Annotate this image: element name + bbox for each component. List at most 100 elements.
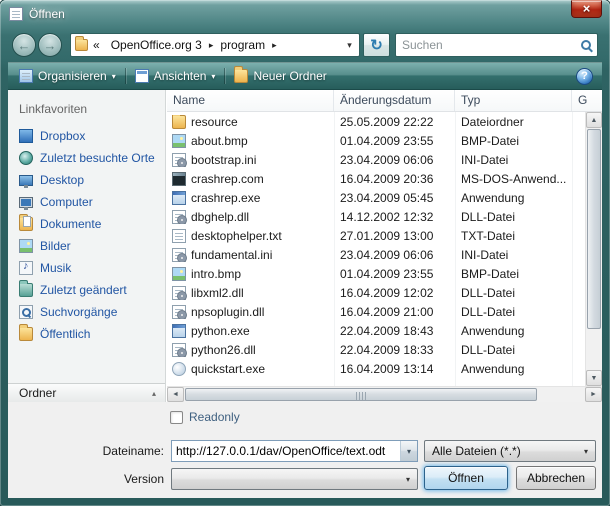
file-name: python.exe	[191, 324, 250, 338]
file-type: MS-DOS-Anwend...	[455, 172, 572, 186]
file-name: intro.bmp	[191, 267, 241, 281]
views-button[interactable]: Ansichten ▾	[127, 65, 224, 87]
file-row[interactable]: libxml2.dll16.04.2009 12:02DLL-Datei	[167, 283, 585, 302]
sidebar-item-dropbox[interactable]: Dropbox	[8, 125, 165, 147]
sidebar-item-computer[interactable]: Computer	[8, 191, 165, 213]
file-row[interactable]: quickstart.exe16.04.2009 13:14Anwendung	[167, 359, 585, 378]
file-date: 14.12.2002 12:32	[334, 210, 455, 224]
file-date: 23.04.2009 05:45	[334, 191, 455, 205]
breadcrumb[interactable]: « OpenOffice.org 3 ▸ program ▸ ▾	[70, 33, 360, 57]
file-type: TXT-Datei	[455, 229, 572, 243]
file-row[interactable]: dbghelp.dll14.12.2002 12:32DLL-Datei	[167, 207, 585, 226]
dll-icon	[172, 343, 186, 357]
sidebar-item-zuletzt-ge-ndert[interactable]: Zuletzt geändert	[8, 279, 165, 301]
breadcrumb-overflow[interactable]: «	[88, 38, 105, 52]
cancel-button[interactable]: Abbrechen	[516, 466, 596, 490]
search-icon[interactable]	[580, 39, 593, 52]
filename-dropdown-button[interactable]: ▾	[400, 441, 417, 461]
file-row[interactable]: about.bmp01.04.2009 23:55BMP-Datei	[167, 131, 585, 150]
file-type: DLL-Datei	[455, 343, 572, 357]
file-name: about.bmp	[191, 134, 248, 148]
readonly-label: Readonly	[189, 410, 240, 424]
column-header-type[interactable]: Typ	[455, 90, 572, 111]
folders-bar[interactable]: Ordner ▴	[8, 383, 165, 402]
ini-icon	[172, 248, 186, 262]
file-row[interactable]: python.exe22.04.2009 18:43Anwendung	[167, 321, 585, 340]
file-name: quickstart.exe	[191, 362, 265, 376]
folders-label: Ordner	[19, 386, 56, 400]
new-folder-button[interactable]: Neuer Ordner	[226, 65, 334, 87]
image-icon	[172, 134, 186, 148]
file-type: Anwendung	[455, 362, 572, 376]
desktop-icon	[19, 175, 33, 186]
file-date: 16.04.2009 12:02	[334, 286, 455, 300]
file-row[interactable]: npsoplugin.dll16.04.2009 21:00DLL-Datei	[167, 302, 585, 321]
views-icon	[135, 69, 149, 83]
sidebar-item-bilder[interactable]: Bilder	[8, 235, 165, 257]
column-header-name[interactable]: Name	[167, 90, 334, 111]
sidebar-item-dokumente[interactable]: Dokumente	[8, 213, 165, 235]
filename-input[interactable]	[172, 441, 400, 461]
open-button[interactable]: Öffnen	[424, 466, 508, 490]
scroll-left-button[interactable]: ◄	[167, 387, 184, 402]
scroll-right-button[interactable]: ►	[585, 387, 602, 402]
column-header-date[interactable]: Änderungsdatum	[334, 90, 455, 111]
file-name: fundamental.ini	[191, 248, 272, 262]
file-row[interactable]: fundamental.ini23.04.2009 06:06INI-Datei	[167, 245, 585, 264]
open-dialog: Öffnen × ← → « OpenOffice.org 3 ▸ progra…	[0, 0, 610, 506]
horizontal-scrollbar[interactable]: ◄ ►	[167, 386, 602, 402]
sidebar-item-label: Musik	[40, 261, 71, 275]
help-icon: ?	[581, 70, 588, 82]
dialog-footer: Readonly Dateiname: ▾ Alle Dateien (*.*)…	[8, 402, 602, 498]
column-header-row: Name Änderungsdatum Typ G	[167, 90, 602, 112]
file-type: DLL-Datei	[455, 286, 572, 300]
file-row[interactable]: intro.bmp01.04.2009 23:55BMP-Datei	[167, 264, 585, 283]
file-name: npsoplugin.dll	[191, 305, 264, 319]
back-button[interactable]: ←	[12, 33, 36, 57]
filetype-select[interactable]: Alle Dateien (*.*) ▾	[424, 440, 596, 462]
pictures-icon	[19, 239, 33, 253]
scroll-up-button[interactable]: ▲	[586, 112, 602, 128]
breadcrumb-segment-openoffice[interactable]: OpenOffice.org 3	[105, 38, 208, 52]
file-row[interactable]: resource25.05.2009 22:22Dateiordner	[167, 112, 585, 131]
close-button[interactable]: ×	[571, 0, 602, 18]
sidebar-item-desktop[interactable]: Desktop	[8, 169, 165, 191]
sidebar-item-zuletzt-besuchte-orte[interactable]: Zuletzt besuchte Orte	[8, 147, 165, 169]
sidebar-item-label: Zuletzt besuchte Orte	[40, 151, 155, 165]
title-bar: Öffnen	[0, 0, 610, 28]
forward-button[interactable]: →	[38, 33, 62, 57]
filetype-value: Alle Dateien (*.*)	[425, 444, 577, 458]
readonly-checkbox[interactable]	[170, 411, 183, 424]
horizontal-scrollbar-thumb[interactable]	[185, 388, 537, 401]
sidebar-item-suchvorg-nge[interactable]: Suchvorgänge	[8, 301, 165, 323]
file-type: BMP-Datei	[455, 267, 572, 281]
file-row[interactable]: desktophelper.txt27.01.2009 13:00TXT-Dat…	[167, 226, 585, 245]
breadcrumb-segment-program[interactable]: program	[214, 38, 271, 52]
file-row[interactable]: python26.dll22.04.2009 18:33DLL-Datei	[167, 340, 585, 359]
new-folder-icon	[234, 69, 248, 83]
organize-button[interactable]: Organisieren ▾	[11, 65, 124, 87]
search-input[interactable]	[396, 38, 575, 52]
scroll-up-icon: ▲	[591, 117, 598, 124]
file-row[interactable]: crashrep.com16.04.2009 20:36MS-DOS-Anwen…	[167, 169, 585, 188]
favorites-list: Dropbox Zuletzt besuchte Orte DesktopCompu…	[8, 125, 165, 345]
sidebar-item-musik[interactable]: Musik	[8, 257, 165, 279]
file-row[interactable]: crashrep.exe23.04.2009 05:45Anwendung	[167, 188, 585, 207]
help-button[interactable]: ?	[576, 68, 593, 85]
file-row[interactable]: bootstrap.ini23.04.2009 06:06INI-Datei	[167, 150, 585, 169]
version-select[interactable]: ▾	[171, 468, 418, 490]
sidebar-item-ffentlich[interactable]: Öffentlich	[8, 323, 165, 345]
folder-icon	[172, 115, 186, 129]
breadcrumb-dropdown-button[interactable]: ▾	[342, 40, 357, 51]
window-icon	[9, 7, 23, 21]
search-box[interactable]	[395, 33, 598, 57]
vertical-scrollbar-thumb[interactable]	[587, 129, 601, 329]
toolbar-divider	[224, 68, 225, 84]
scroll-down-button[interactable]: ▼	[586, 370, 602, 386]
column-header-size[interactable]: G	[572, 90, 602, 111]
refresh-button[interactable]: ↻	[363, 33, 390, 57]
searches-icon	[19, 305, 33, 319]
breadcrumb-separator-icon[interactable]: ▸	[271, 40, 278, 51]
recently-changed-icon	[19, 283, 33, 297]
vertical-scrollbar[interactable]: ▲ ▼	[585, 112, 602, 386]
